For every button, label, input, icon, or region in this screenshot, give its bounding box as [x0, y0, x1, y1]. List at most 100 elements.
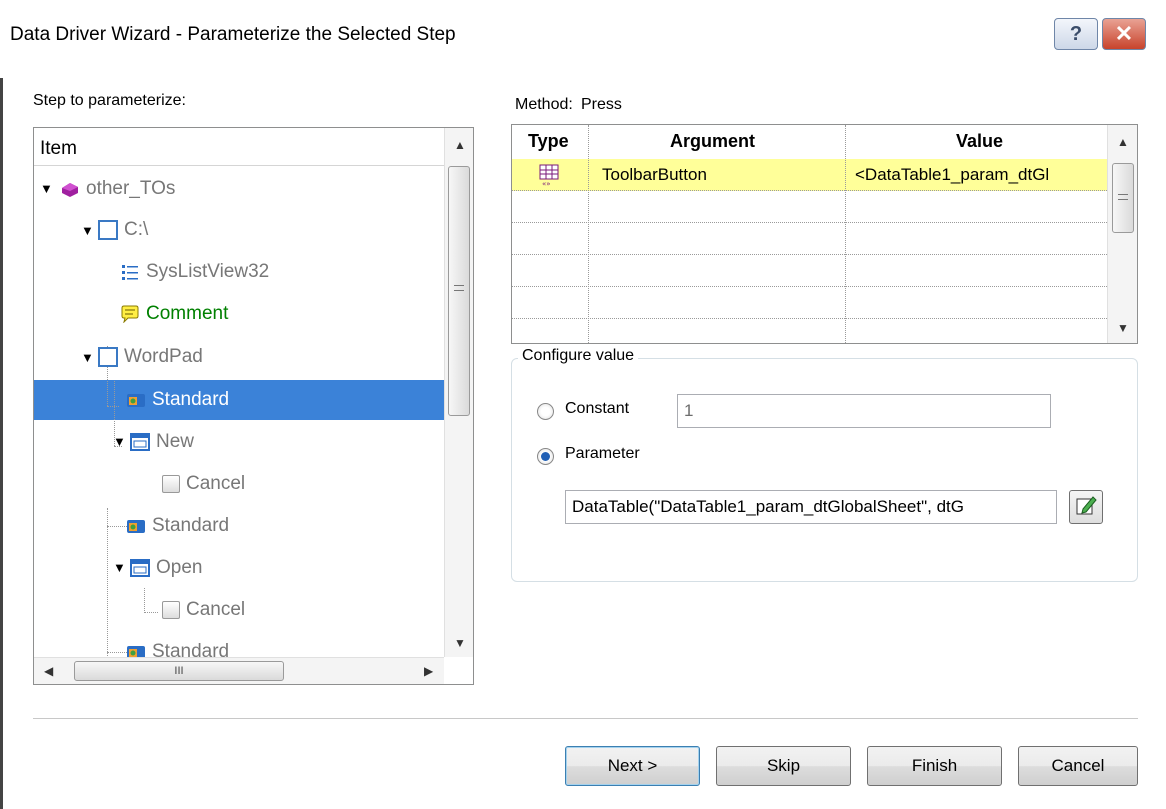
- grid-column-divider: [845, 125, 846, 343]
- button-icon: [162, 601, 180, 619]
- scroll-thumb[interactable]: III: [74, 661, 284, 681]
- tree-node-label: New: [156, 431, 195, 452]
- constant-radio[interactable]: [537, 403, 554, 420]
- help-button[interactable]: ?: [1054, 18, 1098, 50]
- configure-value-title: Configure value: [518, 347, 639, 365]
- scroll-left-icon[interactable]: ◀: [44, 664, 53, 678]
- header-argument[interactable]: Argument: [670, 131, 755, 152]
- tree-node-label: other_TOs: [86, 178, 176, 199]
- tree-horizontal-scrollbar[interactable]: ◀ III ▶: [34, 657, 444, 684]
- parameter-radio[interactable]: [537, 448, 554, 465]
- listview-icon: [120, 262, 140, 282]
- scroll-up-icon[interactable]: ▲: [454, 138, 466, 152]
- tree-node-comment[interactable]: Comment: [120, 294, 228, 334]
- next-button[interactable]: Next >: [565, 746, 700, 786]
- grid-row[interactable]: [512, 191, 1107, 223]
- header-value[interactable]: Value: [956, 131, 1003, 152]
- tree-node-wordpad[interactable]: WordPad: [98, 337, 203, 377]
- scroll-down-icon[interactable]: ▼: [454, 636, 466, 650]
- datatable-icon: «»: [538, 163, 562, 192]
- step-label: Step to parameterize:: [33, 92, 186, 109]
- tree-node-label: Cancel: [186, 473, 246, 494]
- grid-row[interactable]: [512, 255, 1107, 287]
- expand-arrow-icon[interactable]: ▼: [113, 560, 126, 575]
- tree-node-new[interactable]: New: [130, 422, 194, 462]
- scroll-up-icon[interactable]: ▲: [1117, 135, 1129, 149]
- cell-argument[interactable]: ToolbarButton: [602, 165, 842, 185]
- window-border: [0, 78, 3, 809]
- tree-node-cancel[interactable]: Cancel: [162, 464, 245, 504]
- tree-line: [107, 508, 108, 658]
- grid-vertical-scrollbar[interactable]: ▲ ▼: [1107, 125, 1137, 343]
- toolbar-icon: [126, 390, 146, 410]
- comment-icon: [120, 304, 140, 324]
- tree-node-label: WordPad: [124, 346, 203, 367]
- configure-value-group: Configure value: [511, 347, 1138, 582]
- constant-label[interactable]: Constant: [565, 400, 629, 418]
- argument-grid[interactable]: Type Argument Value «» ToolbarButton <Da…: [511, 124, 1138, 344]
- window-icon: [98, 220, 118, 240]
- toolbar-icon: [126, 516, 146, 536]
- dialog-icon: [130, 432, 150, 452]
- finish-button[interactable]: Finish: [867, 746, 1002, 786]
- tree-node-c-drive[interactable]: C:\: [98, 210, 148, 250]
- grid-header: Type Argument Value: [512, 125, 1107, 157]
- expand-arrow-icon[interactable]: ▼: [81, 350, 94, 365]
- tree-node-label: Cancel: [186, 599, 246, 620]
- help-icon: ?: [1069, 22, 1083, 45]
- title-bar: Data Driver Wizard - Parameterize the Se…: [0, 0, 1166, 78]
- selected-row-highlight: [34, 380, 444, 420]
- tree-line: [144, 588, 145, 613]
- scroll-thumb[interactable]: [448, 166, 470, 416]
- expand-arrow-icon[interactable]: ▼: [81, 223, 94, 238]
- scroll-down-icon[interactable]: ▼: [1117, 321, 1129, 335]
- method-value: Press: [581, 96, 622, 113]
- tree-line: [144, 612, 158, 613]
- button-icon: [162, 475, 180, 493]
- edit-parameter-button[interactable]: [1069, 490, 1103, 524]
- svg-text:«»: «»: [542, 180, 551, 187]
- expand-arrow-icon[interactable]: ▼: [40, 181, 53, 196]
- tree-node-other-tos[interactable]: other_TOs: [60, 169, 175, 209]
- window-icon: [98, 347, 118, 367]
- tree-node-standard[interactable]: Standard: [126, 506, 229, 546]
- tree-node-label: Standard: [152, 389, 230, 410]
- skip-button[interactable]: Skip: [716, 746, 851, 786]
- window-title: Data Driver Wizard - Parameterize the Se…: [10, 24, 456, 45]
- scroll-thumb[interactable]: [1112, 163, 1134, 233]
- cancel-button[interactable]: Cancel: [1018, 746, 1138, 786]
- purple-object-icon: [60, 179, 80, 199]
- tree-node-label: Open: [156, 557, 203, 578]
- cell-value[interactable]: <DataTable1_param_dtGl: [855, 165, 1105, 185]
- tree-node-label: SysListView32: [146, 261, 270, 282]
- tree-line: [107, 652, 127, 653]
- grid-row[interactable]: [512, 319, 1107, 343]
- tree-node-standard-selected[interactable]: Standard: [126, 380, 229, 420]
- scroll-right-icon[interactable]: ▶: [424, 664, 433, 678]
- tree-vertical-scrollbar[interactable]: ▲ ▼: [444, 128, 473, 657]
- tree-line: [107, 526, 127, 527]
- grid-row[interactable]: [512, 287, 1107, 319]
- constant-input[interactable]: 1: [677, 394, 1051, 428]
- tree-node-label: Comment: [146, 303, 229, 324]
- tree-header-item[interactable]: Item: [34, 128, 444, 166]
- dialog-icon: [130, 558, 150, 578]
- tree-node-label: Standard: [152, 515, 230, 536]
- method-label: Method:: [515, 96, 573, 113]
- tree-line: [107, 406, 119, 407]
- parameter-input[interactable]: DataTable("DataTable1_param_dtGlobalShee…: [565, 490, 1057, 524]
- separator: [33, 718, 1138, 720]
- expand-arrow-icon[interactable]: ▼: [113, 434, 126, 449]
- tree-node-syslistview32[interactable]: SysListView32: [120, 252, 269, 292]
- grid-column-divider: [588, 125, 589, 343]
- edit-icon: [1075, 494, 1097, 521]
- tree-node-cancel[interactable]: Cancel: [162, 590, 245, 630]
- step-tree[interactable]: Item ▼ ▼ ▼ ▼ ▼ other_TOs C:\ SysListView…: [33, 127, 474, 685]
- close-button[interactable]: ✕: [1102, 18, 1146, 50]
- grid-row[interactable]: [512, 223, 1107, 255]
- scroll-grip: III: [174, 665, 184, 677]
- header-type[interactable]: Type: [528, 131, 569, 152]
- close-icon: ✕: [1114, 21, 1134, 46]
- tree-node-open[interactable]: Open: [130, 548, 202, 588]
- parameter-label[interactable]: Parameter: [565, 445, 640, 463]
